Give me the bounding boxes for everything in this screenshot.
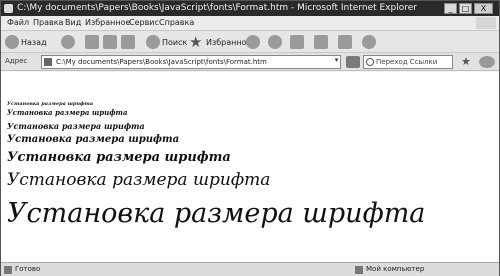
media-icon xyxy=(246,35,260,49)
history-button[interactable] xyxy=(268,34,284,50)
discuss-icon xyxy=(362,35,376,49)
back-label: Назад xyxy=(21,37,47,47)
status-text: Готово xyxy=(15,265,41,273)
media-button[interactable] xyxy=(246,34,262,50)
page-status-icon xyxy=(4,266,12,274)
ie-app-icon xyxy=(4,4,13,13)
status-bar: Готово Мой компьютер xyxy=(1,262,499,276)
edit-button[interactable] xyxy=(338,34,354,50)
refresh-icon xyxy=(103,35,117,49)
back-button[interactable]: Назад xyxy=(5,34,47,50)
browser-window: C:\My documents\Papers\Books\JavaScript\… xyxy=(0,0,500,276)
home-button[interactable] xyxy=(121,34,137,50)
minimize-button[interactable]: _ xyxy=(444,3,457,14)
favorites-button[interactable]: ★ Избранное xyxy=(189,34,251,50)
address-bar: Адрес C:\My documents\Papers\Books\JavaS… xyxy=(1,52,499,71)
magnifier-icon xyxy=(366,58,374,66)
computer-zone-icon xyxy=(355,266,363,274)
refresh-button[interactable] xyxy=(103,34,119,50)
search-button[interactable]: Поиск xyxy=(146,34,187,50)
stop-icon xyxy=(85,35,99,49)
forward-arrow-icon xyxy=(61,35,75,49)
address-input[interactable]: C:\My documents\Papers\Books\JavaScript\… xyxy=(41,55,341,69)
search-box[interactable]: Переход Ссылки xyxy=(363,55,453,69)
history-icon xyxy=(268,35,282,49)
menu-bar: Файл Правка Вид Избранное Сервис Справка xyxy=(1,16,499,30)
menu-favorites[interactable]: Избранное xyxy=(85,16,130,30)
font-size-line-3: Установка размера шрифта xyxy=(7,121,145,131)
menu-edit[interactable]: Правка xyxy=(33,16,63,30)
search-icon xyxy=(146,35,160,49)
edit-icon xyxy=(338,35,352,49)
windows-logo-icon xyxy=(476,17,496,29)
font-size-line-5: Установка размера шрифта xyxy=(7,150,231,165)
close-button[interactable]: X xyxy=(474,3,493,14)
font-size-line-2: Установка размера шрифта xyxy=(7,108,128,117)
font-size-line-6: Установка размера шрифта xyxy=(7,170,271,190)
back-arrow-icon xyxy=(5,35,19,49)
print-button[interactable] xyxy=(314,34,330,50)
page-icon xyxy=(44,58,52,66)
page-content: Установка размера шрифта Установка разме… xyxy=(1,72,499,262)
go-button[interactable] xyxy=(346,56,360,68)
add-favorite-icon[interactable]: ★ xyxy=(461,56,475,68)
mail-button[interactable] xyxy=(290,34,306,50)
favorites-label: Избранное xyxy=(206,37,252,47)
print-icon xyxy=(314,35,328,49)
mail-icon xyxy=(290,35,304,49)
font-size-line-7: Установка размера шрифта xyxy=(7,198,426,229)
title-bar[interactable]: C:\My documents\Papers\Books\JavaScript\… xyxy=(1,1,499,16)
toolbar: Назад Поиск ★ Избранное xyxy=(1,30,499,52)
discuss-button[interactable] xyxy=(362,34,378,50)
maximize-button[interactable]: □ xyxy=(459,3,472,14)
menu-view[interactable]: Вид xyxy=(65,16,81,30)
address-value: C:\My documents\Papers\Books\JavaScript\… xyxy=(56,58,267,66)
menu-help[interactable]: Справка xyxy=(159,16,194,30)
search-label: Поиск xyxy=(162,37,188,47)
forward-button[interactable] xyxy=(61,34,77,50)
tools-gear-icon[interactable] xyxy=(479,56,495,68)
window-title: C:\My documents\Papers\Books\JavaScript\… xyxy=(17,3,417,13)
home-icon xyxy=(121,35,135,49)
address-label: Адрес xyxy=(5,57,28,65)
font-size-line-4: Установка размера шрифта xyxy=(7,134,180,145)
menu-tools[interactable]: Сервис xyxy=(129,16,159,30)
search-box-text: Переход Ссылки xyxy=(376,58,438,66)
star-icon: ★ xyxy=(189,33,203,51)
menu-file[interactable]: Файл xyxy=(7,16,29,30)
stop-button[interactable] xyxy=(85,34,101,50)
security-zone-text: Мой компьютер xyxy=(366,265,425,273)
address-dropdown-icon[interactable]: ▾ xyxy=(332,55,341,65)
font-size-line-1: Установка размера шрифта xyxy=(7,101,94,107)
